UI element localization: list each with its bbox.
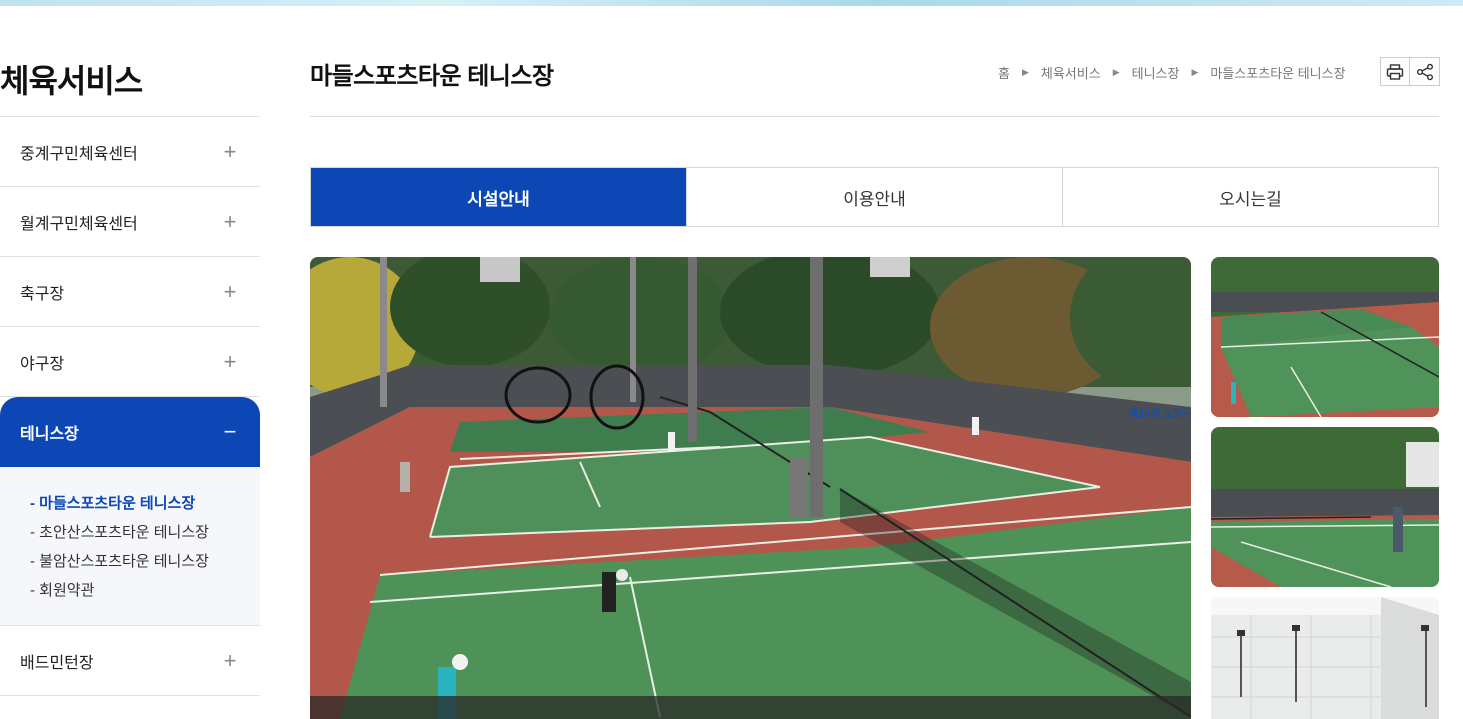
breadcrumb-arrow-icon: ▶: [1112, 67, 1120, 77]
breadcrumb-arrow-icon: ▶: [1021, 67, 1029, 77]
sidebar-item-label: 테니스장: [20, 426, 79, 443]
tennis-court-photo: 제26회 노원구: [310, 257, 1191, 719]
submenu-item-madeul[interactable]: - 마들스포츠타운 테니스장: [30, 489, 260, 518]
court-banner-text: 제26회 노원구: [1128, 406, 1191, 420]
sidebar-item-label: 축구장: [20, 285, 65, 303]
tab-usage[interactable]: 이용안내: [686, 168, 1062, 226]
page-tools: [1380, 57, 1440, 86]
plus-icon[interactable]: +: [220, 648, 240, 674]
submenu-item-buramsan[interactable]: - 불암산스포츠타운 테니스장: [30, 547, 260, 576]
sidebar-item-junggye[interactable]: 중계구민체육센터 +: [0, 117, 260, 187]
sidebar-item-label: 월계구민체육센터: [20, 215, 138, 233]
breadcrumb-home[interactable]: 홈: [998, 63, 1010, 82]
sidebar-item-baseball[interactable]: 야구장 +: [0, 327, 260, 397]
breadcrumb-arrow-icon: ▶: [1191, 67, 1199, 77]
main-gallery-photo[interactable]: 제26회 노원구: [310, 257, 1191, 719]
sidebar-item-wolgye[interactable]: 월계구민체육센터 +: [0, 187, 260, 257]
breadcrumb-current: 마들스포츠타운 테니스장: [1210, 66, 1346, 81]
gallery-thumbnail[interactable]: [1211, 597, 1439, 719]
submenu-item-choansan[interactable]: - 초안산스포츠타운 테니스장: [30, 518, 260, 547]
gallery-thumbnail[interactable]: [1211, 427, 1439, 587]
sidebar-item-tennis[interactable]: 테니스장 −: [0, 397, 260, 467]
share-button[interactable]: [1410, 57, 1440, 86]
thumbnail-court-photo: [1211, 427, 1439, 587]
thumbnail-shower-room-photo: [1211, 597, 1439, 719]
breadcrumb-item[interactable]: 테니스장: [1132, 63, 1180, 82]
plus-icon[interactable]: +: [220, 349, 240, 375]
share-icon: [1416, 63, 1433, 80]
sidebar-item-label: 중계구민체육센터: [20, 145, 138, 163]
tennis-submenu: - 마들스포츠타운 테니스장 - 초안산스포츠타운 테니스장 - 불암산스포츠타…: [0, 467, 260, 626]
sidebar: 체육서비스 중계구민체육센터 + 월계구민체육센터 + 축구장 + 야구장 + …: [0, 6, 260, 719]
sidebar-menu: 중계구민체육센터 + 월계구민체육센터 + 축구장 + 야구장 + 테니스장 −…: [0, 116, 260, 696]
minus-icon[interactable]: −: [220, 419, 240, 445]
gallery-thumbnail[interactable]: [1211, 257, 1439, 417]
plus-icon[interactable]: +: [220, 209, 240, 235]
print-button[interactable]: [1380, 57, 1410, 86]
sidebar-item-label: 배드민턴장: [20, 654, 94, 672]
print-icon: [1386, 63, 1404, 80]
tab-directions[interactable]: 오시는길: [1062, 168, 1438, 226]
header-divider: [310, 116, 1439, 117]
breadcrumb-item[interactable]: 체육서비스: [1041, 63, 1101, 82]
thumbnail-court-photo: [1211, 257, 1439, 417]
sidebar-item-badminton[interactable]: 배드민턴장 +: [0, 626, 260, 696]
breadcrumb: 홈 ▶ 체육서비스 ▶ 테니스장 ▶ 마들스포츠타운 테니스장: [998, 63, 1346, 82]
plus-icon[interactable]: +: [220, 139, 240, 165]
page-title: 마들스포츠타운 테니스장: [310, 63, 554, 90]
photo-caption-bar: [310, 696, 1191, 719]
submenu-item-terms[interactable]: - 회원약관: [30, 576, 260, 605]
sidebar-item-soccer[interactable]: 축구장 +: [0, 257, 260, 327]
sidebar-item-label: 야구장: [20, 355, 65, 373]
plus-icon[interactable]: +: [220, 279, 240, 305]
sidebar-title: 체육서비스: [0, 63, 143, 99]
tab-facility[interactable]: 시설안내: [311, 168, 686, 226]
content-tabs: 시설안내 이용안내 오시는길: [310, 167, 1439, 227]
